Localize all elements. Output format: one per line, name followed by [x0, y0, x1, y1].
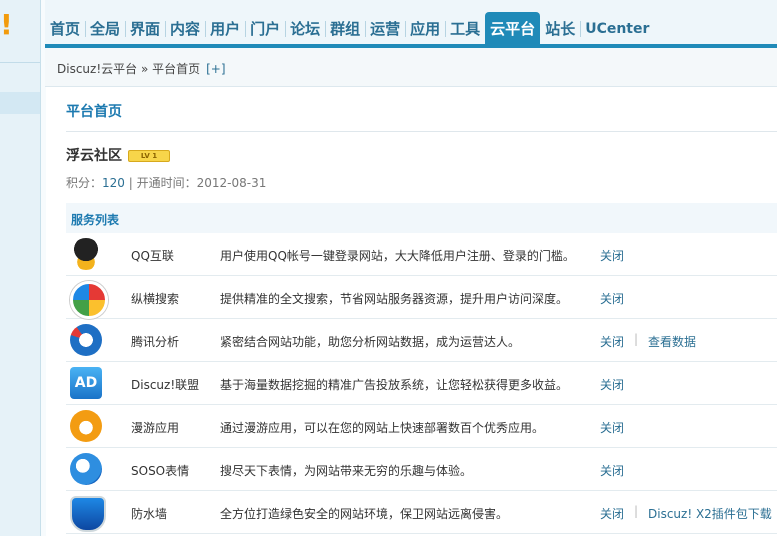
- ad-union-icon: AD: [70, 367, 102, 399]
- service-row: 纵横搜索 提供精准的全文搜索，节省网站服务器资源，提升用户访问深度。 关闭: [66, 276, 777, 319]
- service-name: 漫游应用: [131, 421, 180, 435]
- top-navigation: 首页 全局 界面 内容 用户 门户 论坛 群组 运营 应用 工具 云平台 站长 UCenter: [45, 0, 777, 48]
- points-value[interactable]: 120: [102, 176, 125, 190]
- service-description: 全方位打造绿色安全的网站环境，保卫网站远离侵害。: [220, 507, 509, 521]
- action-separator: |: [634, 332, 639, 346]
- nav-item[interactable]: 界面: [125, 12, 167, 46]
- soso-emoticon-icon: [70, 453, 102, 485]
- close-service-link[interactable]: 关闭: [600, 505, 624, 522]
- service-name: Discuz!联盟: [131, 378, 200, 392]
- service-name: 纵横搜索: [131, 292, 180, 306]
- close-service-link[interactable]: 关闭: [600, 376, 624, 393]
- left-sidebar: !: [0, 0, 40, 536]
- service-name: QQ互联: [131, 249, 174, 263]
- nav-item[interactable]: 内容: [165, 12, 207, 46]
- nav-item[interactable]: 群组: [325, 12, 367, 46]
- site-name-text: 浮云社区: [66, 148, 122, 164]
- service-description: 搜尽天下表情，为网站带来无穷的乐趣与体验。: [220, 464, 473, 478]
- section-title: 服务列表: [71, 213, 120, 227]
- page-title: 平台首页: [66, 104, 122, 120]
- service-description: 通过漫游应用，可以在您的网站上快速部署数百个优秀应用。: [220, 421, 545, 435]
- sidebar-selected-item[interactable]: [0, 92, 40, 114]
- service-description: 提供精准的全文搜索，节省网站服务器资源，提升用户访问深度。: [220, 292, 569, 306]
- service-description: 用户使用QQ帐号一键登录网站，大大降低用户注册、登录的门槛。: [220, 249, 575, 263]
- nav-item[interactable]: 首页: [45, 12, 87, 46]
- points-label: 积分：: [66, 176, 103, 190]
- nav-item[interactable]: 全局: [85, 12, 127, 46]
- service-description: 紧密结合网站功能，助您分析网站数据，成为运营达人。: [220, 335, 521, 349]
- breadcrumb-bar: Discuz!云平台 » 平台首页 [+]: [45, 48, 777, 87]
- nav-item[interactable]: UCenter: [580, 12, 654, 46]
- service-row: AD Discuz!联盟 基于海量数据挖掘的精准广告投放系统，让您轻松获得更多收益。…: [66, 362, 777, 405]
- service-name: 腾讯分析: [131, 335, 180, 349]
- nav-item[interactable]: 运营: [365, 12, 407, 46]
- service-row: 漫游应用 通过漫游应用，可以在您的网站上快速部署数百个优秀应用。 关闭: [66, 405, 777, 448]
- action-separator: |: [634, 504, 639, 518]
- nav-menu: 首页 全局 界面 内容 用户 门户 论坛 群组 运营 应用 工具 云平台 站长 UCenter: [45, 12, 654, 46]
- qq-penguin-icon: [70, 238, 102, 270]
- service-row: QQ互联 用户使用QQ帐号一键登录网站，大大降低用户注册、登录的门槛。 关闭: [66, 233, 777, 276]
- service-row: SOSO表情 搜尽天下表情，为网站带来无穷的乐趣与体验。 关闭: [66, 448, 777, 491]
- service-description: 基于海量数据挖掘的精准广告投放系统，让您轻松获得更多收益。: [220, 378, 569, 392]
- nav-item[interactable]: 论坛: [285, 12, 327, 46]
- service-list: QQ互联 用户使用QQ帐号一键登录网站，大大降低用户注册、登录的门槛。 关闭 纵横搜索…: [66, 233, 777, 534]
- title-divider: [66, 131, 777, 132]
- secondary-action-link[interactable]: Discuz! X2插件包下载: [648, 505, 772, 522]
- close-service-link[interactable]: 关闭: [600, 290, 624, 307]
- site-meta: 积分：120 | 开通时间：2012-08-31: [66, 174, 266, 191]
- service-name: SOSO表情: [131, 464, 190, 478]
- service-list-header: 服务列表: [66, 203, 777, 233]
- close-service-link[interactable]: 关闭: [600, 333, 624, 350]
- add-shortcut-link[interactable]: [+]: [206, 62, 225, 76]
- manyou-app-icon: [70, 410, 102, 442]
- breadcrumb-path: Discuz!云平台 » 平台首页: [57, 62, 201, 76]
- close-service-link[interactable]: 关闭: [600, 419, 624, 436]
- service-name: 防水墙: [131, 507, 168, 521]
- close-service-link[interactable]: 关闭: [600, 462, 624, 479]
- nav-item[interactable]: 站长: [540, 12, 582, 46]
- level-badge-icon: LV 1: [128, 150, 170, 162]
- close-service-link[interactable]: 关闭: [600, 247, 624, 264]
- nav-item[interactable]: 用户: [205, 12, 247, 46]
- main-content: 平台首页 浮云社区 LV 1 积分：120 | 开通时间：2012-08-31 服…: [45, 87, 777, 536]
- nav-item[interactable]: 门户: [245, 12, 287, 46]
- logo-exclamation: !: [0, 8, 13, 41]
- nav-item[interactable]: 应用: [405, 12, 447, 46]
- tencent-analytics-icon: [70, 324, 102, 356]
- sidebar-divider: [0, 62, 40, 63]
- site-name: 浮云社区 LV 1: [66, 145, 170, 165]
- secondary-action-link[interactable]: 查看数据: [648, 333, 696, 350]
- service-row: 腾讯分析 紧密结合网站功能，助您分析网站数据，成为运营达人。 关闭 | 查看数据: [66, 319, 777, 362]
- nav-item[interactable]: 工具: [445, 12, 485, 46]
- open-date: | 开通时间：2012-08-31: [124, 176, 267, 190]
- breadcrumb: Discuz!云平台 » 平台首页 [+]: [57, 60, 226, 77]
- nav-item[interactable]: 云平台: [485, 12, 541, 46]
- service-row: 防水墙 全方位打造绿色安全的网站环境，保卫网站远离侵害。 关闭 | Discuz! X2…: [66, 491, 777, 534]
- firewall-shield-icon: [70, 496, 106, 532]
- soso-search-icon: [70, 281, 108, 319]
